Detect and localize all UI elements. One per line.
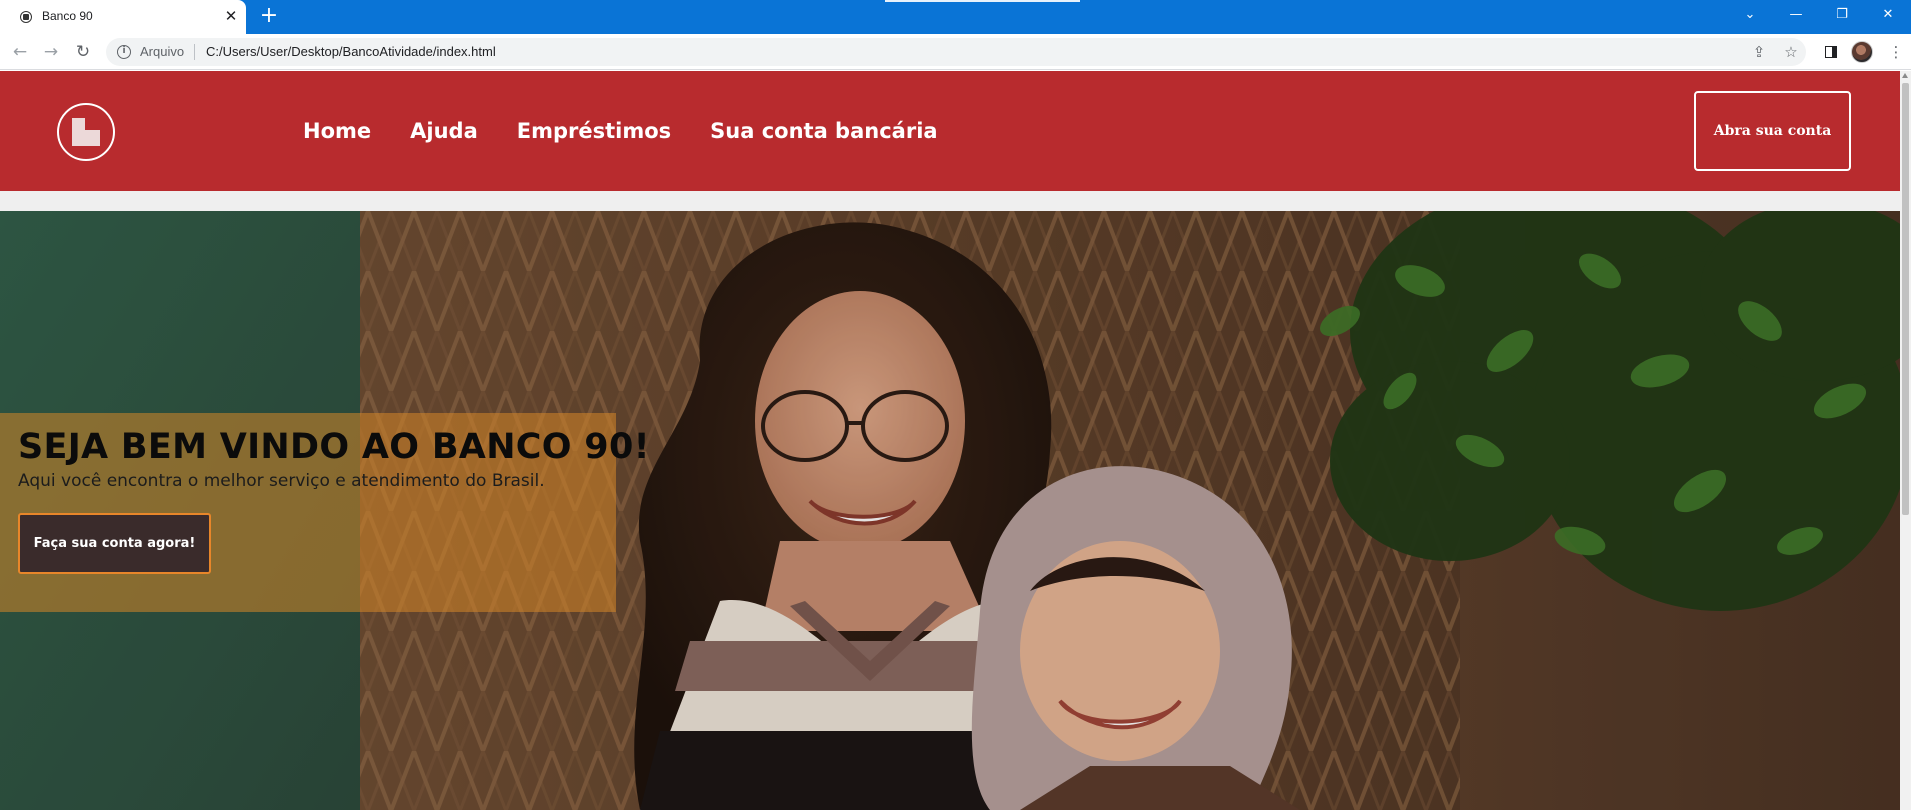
open-account-button[interactable]: Abra sua conta [1694, 91, 1851, 171]
tab-close-button[interactable]: ✕ [222, 7, 240, 25]
tab-search-icon[interactable]: ⌄ [1727, 0, 1773, 30]
star-icon[interactable]: ☆ [1778, 39, 1804, 65]
scroll-thumb[interactable] [1902, 83, 1909, 515]
main-nav: Home Ajuda Empréstimos Sua conta bancári… [303, 119, 977, 143]
menu-icon[interactable]: ⋮ [1883, 39, 1909, 65]
restore-button[interactable]: ❐ [1819, 0, 1865, 30]
favicon-icon [20, 11, 32, 23]
hero-section: SEJA BEM VINDO AO BANCO 90! Aqui você en… [0, 211, 1900, 810]
welcome-panel: SEJA BEM VINDO AO BANCO 90! Aqui você en… [0, 413, 650, 612]
address-url[interactable]: C:/Users/User/Desktop/BancoAtividade/ind… [206, 44, 496, 59]
profile-avatar[interactable] [1851, 41, 1873, 63]
forward-icon[interactable]: → [38, 39, 64, 65]
reload-icon[interactable]: ↻ [70, 39, 96, 65]
logo-mark-icon [72, 118, 100, 146]
welcome-subtitle: Aqui você encontra o melhor serviço e at… [18, 471, 545, 491]
minimize-button[interactable]: — [1773, 0, 1819, 30]
bank-logo[interactable] [57, 103, 115, 161]
share-icon[interactable]: ⇪ [1746, 39, 1772, 65]
new-tab-button[interactable]: + [258, 5, 280, 27]
welcome-title: SEJA BEM VINDO AO BANCO 90! [18, 427, 650, 467]
page-viewport: Home Ajuda Empréstimos Sua conta bancári… [0, 71, 1900, 810]
tabstrip-highlight [885, 0, 1080, 2]
back-icon[interactable]: ← [7, 39, 33, 65]
browser-tab[interactable]: Banco 90 ✕ [0, 0, 246, 34]
tab-title: Banco 90 [42, 9, 93, 23]
page-scrollbar[interactable] [1900, 71, 1911, 810]
browser-toolbar: ← → ↻ i Arquivo C:/Users/User/Desktop/Ba… [0, 34, 1911, 70]
sidepanel-icon[interactable] [1818, 39, 1844, 65]
close-window-button[interactable]: ✕ [1865, 0, 1911, 30]
nav-emprestimos[interactable]: Empréstimos [517, 119, 671, 143]
create-account-button[interactable]: Faça sua conta agora! [18, 513, 211, 574]
address-bar[interactable]: i Arquivo C:/Users/User/Desktop/BancoAti… [106, 38, 1806, 66]
scroll-up-arrow-icon[interactable] [1902, 73, 1908, 78]
address-separator [194, 44, 195, 60]
address-scheme-label: Arquivo [140, 44, 185, 59]
header-spacer [0, 191, 1900, 211]
window-controls: ⌄ — ❐ ✕ [1727, 0, 1911, 30]
nav-conta-bancaria[interactable]: Sua conta bancária [710, 119, 937, 143]
site-header: Home Ajuda Empréstimos Sua conta bancári… [0, 71, 1900, 191]
browser-tabstrip: Banco 90 ✕ + ⌄ — ❐ ✕ [0, 0, 1911, 34]
info-icon[interactable]: i [117, 45, 131, 59]
nav-home[interactable]: Home [303, 119, 371, 143]
nav-ajuda[interactable]: Ajuda [410, 119, 478, 143]
